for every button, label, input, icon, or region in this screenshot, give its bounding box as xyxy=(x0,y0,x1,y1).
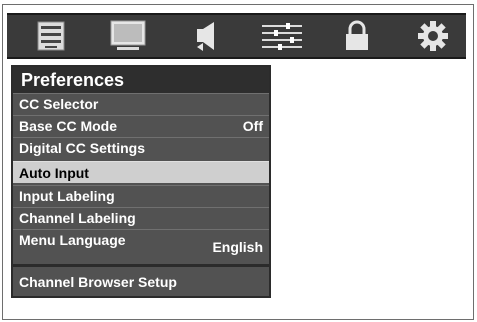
menu-item-digital-cc-settings[interactable]: Digital CC Settings xyxy=(13,137,269,158)
menu-item-value: Off xyxy=(242,118,263,134)
tv-screen-icon[interactable] xyxy=(98,15,158,57)
menu-item-menu-language[interactable]: Menu Language English xyxy=(13,229,269,263)
menu-item-label: Channel Browser Setup xyxy=(19,274,177,290)
picture-settings-icon[interactable] xyxy=(21,15,81,57)
menu-item-label: Digital CC Settings xyxy=(19,140,146,156)
top-icon-bar xyxy=(7,13,466,59)
sliders-icon[interactable] xyxy=(252,15,312,57)
menu-item-channel-browser-setup[interactable]: Channel Browser Setup xyxy=(13,264,269,294)
menu-title: Preferences xyxy=(13,67,269,93)
menu-item-cc-selector[interactable]: CC Selector xyxy=(13,93,269,114)
gear-icon[interactable] xyxy=(403,15,463,57)
menu-item-label: Input Labeling xyxy=(19,188,115,204)
menu-item-value: English xyxy=(212,239,263,255)
lock-icon[interactable] xyxy=(327,15,387,57)
menu-item-label: Base CC Mode xyxy=(19,118,118,134)
menu-item-auto-input[interactable]: Auto Input xyxy=(13,161,269,183)
preferences-menu: Preferences CC Selector Base CC Mode Off… xyxy=(11,65,271,298)
menu-item-label: Channel Labeling xyxy=(19,210,136,226)
speaker-icon[interactable] xyxy=(177,15,237,57)
menu-item-label: CC Selector xyxy=(19,96,99,112)
menu-item-label: Menu Language xyxy=(19,232,126,248)
menu-item-base-cc-mode[interactable]: Base CC Mode Off xyxy=(13,115,269,136)
menu-item-input-labeling[interactable]: Input Labeling xyxy=(13,185,269,206)
menu-item-label: Auto Input xyxy=(19,165,89,181)
